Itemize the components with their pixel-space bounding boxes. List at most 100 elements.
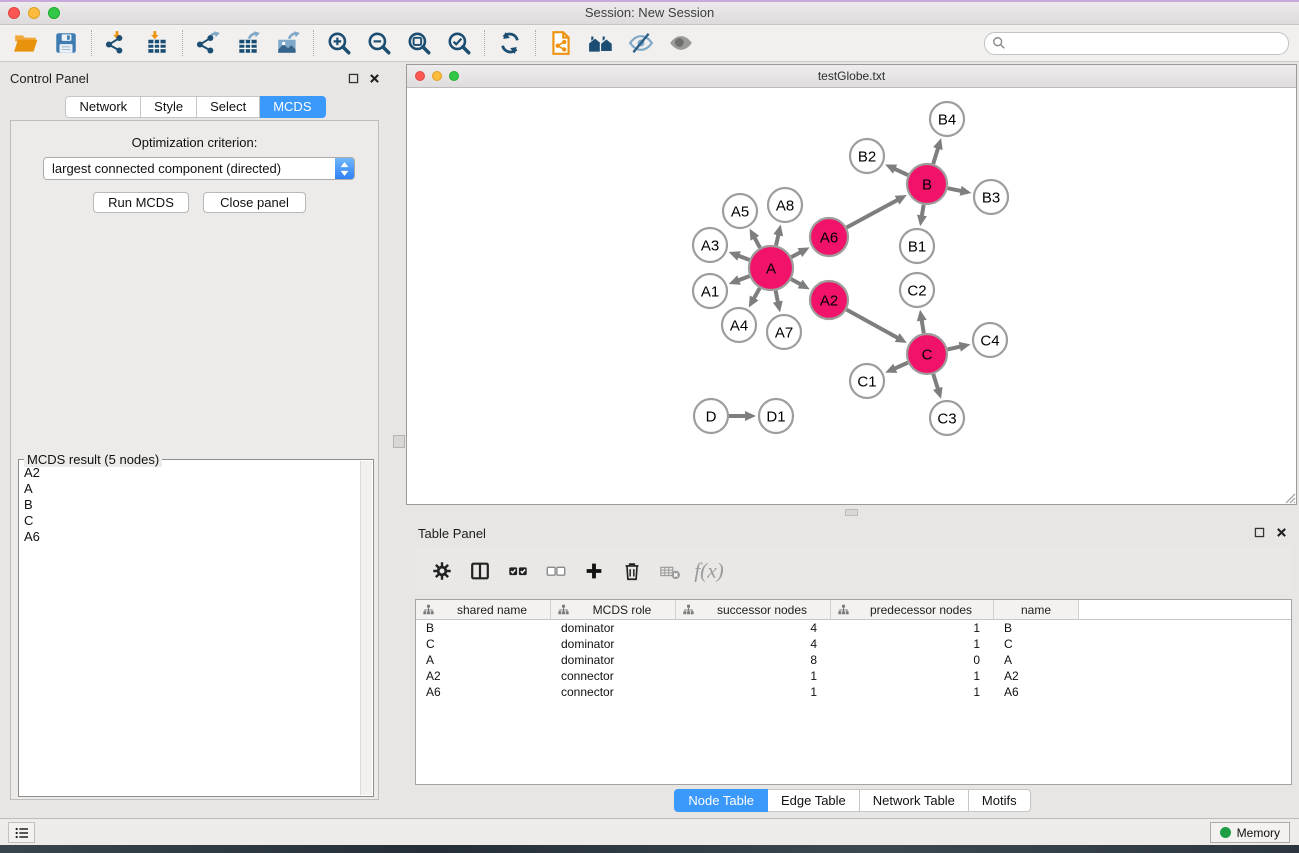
table-row[interactable]: Bdominator41B — [416, 620, 1291, 636]
mcds-result-item[interactable]: C — [21, 513, 359, 529]
export-network-icon — [195, 30, 221, 56]
tab-edge-table[interactable]: Edge Table — [768, 789, 860, 812]
close-window-button[interactable] — [8, 7, 20, 19]
table-close-panel-icon[interactable] — [1275, 526, 1288, 544]
graph-edge-C-C2[interactable] — [922, 320, 924, 334]
mcds-result-item[interactable]: A6 — [21, 529, 359, 545]
column-header-shared-name[interactable]: shared name — [416, 600, 551, 620]
table-row[interactable]: Adominator80A — [416, 652, 1291, 668]
unselect-all-button[interactable] — [537, 553, 575, 589]
search-input[interactable] — [1006, 34, 1288, 52]
first-neighbors-button[interactable] — [581, 27, 621, 59]
graph-edge-A-A8[interactable] — [776, 234, 779, 245]
network-window-titlebar[interactable]: testGlobe.txt — [407, 65, 1296, 88]
mcds-result-list[interactable]: A2ABCA6 — [21, 465, 359, 794]
graph-edge-B-B3[interactable] — [948, 188, 962, 191]
edge-arrowhead-icon — [917, 215, 927, 227]
graph-edge-A-A4[interactable] — [754, 288, 760, 299]
task-history-button[interactable] — [8, 822, 35, 843]
zoom-in-button[interactable] — [319, 27, 359, 59]
network-canvas[interactable]: AA1A2A3A4A5A6A7A8BB1B2B3B4CC1C2C3C4DD1 — [407, 87, 1296, 504]
save-session-button[interactable] — [46, 27, 86, 59]
tab-motifs[interactable]: Motifs — [969, 789, 1031, 812]
zoom-selected-button[interactable] — [439, 27, 479, 59]
result-list-scrollbar[interactable] — [360, 461, 372, 795]
graph-edge-A-A5[interactable] — [754, 237, 760, 247]
show-column-button[interactable] — [461, 553, 499, 589]
network-zoom-button[interactable] — [449, 71, 459, 81]
column-header-successor-nodes[interactable]: successor nodes — [676, 600, 831, 620]
tab-select[interactable]: Select — [197, 96, 260, 118]
hierarchy-icon — [838, 604, 849, 615]
function-builder-icon: f(x) — [693, 556, 723, 586]
minimize-window-button[interactable] — [28, 7, 40, 19]
export-image-button[interactable] — [268, 27, 308, 59]
close-panel-icon[interactable] — [368, 72, 381, 90]
tab-node-table[interactable]: Node Table — [674, 789, 768, 812]
graph-edge-B-B1[interactable] — [922, 205, 924, 217]
graph-edge-C-C1[interactable] — [894, 363, 907, 369]
graph-edge-A6-B[interactable] — [847, 200, 898, 228]
column-header-name[interactable]: name — [994, 600, 1079, 620]
edge-arrowhead-icon — [960, 186, 972, 196]
table-cell: 1 — [831, 668, 994, 684]
graph-edge-A-A7[interactable] — [776, 291, 778, 303]
network-close-button[interactable] — [415, 71, 425, 81]
network-file-snapshot-button[interactable] — [541, 27, 581, 59]
graph-edge-B-B4[interactable] — [933, 148, 938, 164]
column-header-mcds-role[interactable]: MCDS role — [551, 600, 676, 620]
graph-edge-B-B2[interactable] — [894, 169, 908, 175]
zoom-out-button[interactable] — [359, 27, 399, 59]
close-panel-button[interactable]: Close panel — [203, 192, 306, 213]
refresh-button[interactable] — [490, 27, 530, 59]
hide-selected-button[interactable] — [621, 27, 661, 59]
import-table-button[interactable] — [137, 27, 177, 59]
graph-edge-A2-C[interactable] — [847, 310, 899, 338]
add-row-button[interactable] — [575, 553, 613, 589]
vertical-split-handle[interactable] — [393, 435, 405, 448]
column-header-predecessor-nodes[interactable]: predecessor nodes — [831, 600, 994, 620]
table-cell: 1 — [676, 684, 831, 700]
zoom-window-button[interactable] — [48, 7, 60, 19]
run-mcds-button[interactable]: Run MCDS — [93, 192, 189, 213]
table-panel-title: Table Panel — [418, 526, 486, 541]
table-row[interactable]: A2connector11A2 — [416, 668, 1291, 684]
table-float-panel-icon[interactable] — [1253, 526, 1266, 544]
zoom-fit-button[interactable] — [399, 27, 439, 59]
node-table[interactable]: shared nameMCDS rolesuccessor nodesprede… — [415, 599, 1292, 785]
hierarchy-icon — [558, 604, 569, 615]
zoom-selected-icon — [446, 30, 472, 56]
mcds-result-item[interactable]: A2 — [21, 465, 359, 481]
delete-row-button[interactable] — [613, 553, 651, 589]
graph-edge-C-C3[interactable] — [933, 374, 938, 389]
graph-edge-A-A2[interactable] — [791, 279, 801, 284]
table-row[interactable]: A6connector11A6 — [416, 684, 1291, 700]
resize-grip-icon[interactable] — [1282, 490, 1296, 504]
open-file-button[interactable] — [6, 27, 46, 59]
graph-edge-A-A6[interactable] — [791, 252, 800, 257]
table-row[interactable]: Cdominator41C — [416, 636, 1291, 652]
control-panel: Control Panel NetworkStyleSelectMCDS Opt… — [0, 62, 391, 818]
export-network-button[interactable] — [188, 27, 228, 59]
main-toolbar — [0, 25, 1299, 62]
tab-mcds[interactable]: MCDS — [260, 96, 325, 118]
tab-network[interactable]: Network — [65, 96, 141, 118]
mcds-result-item[interactable]: A — [21, 481, 359, 497]
delete-table-button — [651, 553, 689, 589]
graph-edge-A-A1[interactable] — [738, 276, 749, 280]
show-all-button[interactable] — [661, 27, 701, 59]
float-panel-icon[interactable] — [347, 72, 360, 90]
optimization-criterion-select[interactable]: largest connected component (directed) — [43, 157, 355, 180]
tab-style[interactable]: Style — [141, 96, 197, 118]
mcds-result-item[interactable]: B — [21, 497, 359, 513]
settings-gear-button[interactable] — [423, 553, 461, 589]
select-all-button[interactable] — [499, 553, 537, 589]
tab-network-table[interactable]: Network Table — [860, 789, 969, 812]
graph-edge-A-A3[interactable] — [738, 256, 749, 260]
memory-button[interactable]: Memory — [1210, 822, 1290, 843]
search-field[interactable] — [984, 32, 1289, 55]
graph-edge-C-C4[interactable] — [947, 347, 960, 350]
export-table-button[interactable] — [228, 27, 268, 59]
import-network-button[interactable] — [97, 27, 137, 59]
network-minimize-button[interactable] — [432, 71, 442, 81]
